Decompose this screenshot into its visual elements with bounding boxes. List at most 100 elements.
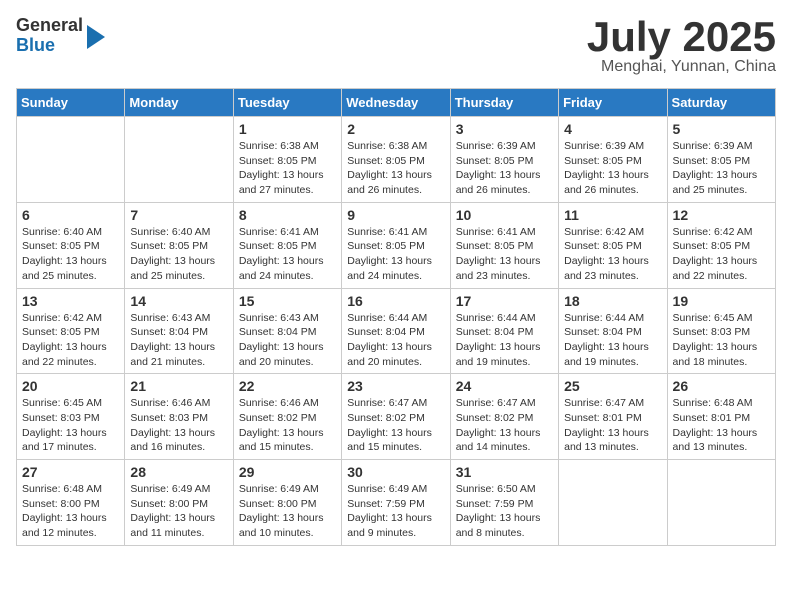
calendar-table: SundayMondayTuesdayWednesdayThursdayFrid…	[16, 88, 776, 546]
day-info: Sunrise: 6:40 AM Sunset: 8:05 PM Dayligh…	[22, 225, 119, 284]
logo-arrow-icon	[87, 25, 105, 49]
day-info: Sunrise: 6:43 AM Sunset: 8:04 PM Dayligh…	[130, 311, 227, 370]
day-number: 20	[22, 378, 119, 394]
day-info: Sunrise: 6:47 AM Sunset: 8:02 PM Dayligh…	[456, 396, 553, 455]
calendar-cell: 2 Sunrise: 6:38 AM Sunset: 8:05 PM Daylig…	[342, 117, 450, 203]
day-number: 21	[130, 378, 227, 394]
weekday-header-friday: Friday	[559, 89, 667, 117]
calendar-cell: 3 Sunrise: 6:39 AM Sunset: 8:05 PM Daylig…	[450, 117, 558, 203]
calendar-cell: 9 Sunrise: 6:41 AM Sunset: 8:05 PM Daylig…	[342, 202, 450, 288]
calendar-cell: 30 Sunrise: 6:49 AM Sunset: 7:59 PM Dayli…	[342, 460, 450, 546]
day-number: 25	[564, 378, 661, 394]
calendar-cell	[125, 117, 233, 203]
page-header: GeneralBlue July 2025 Menghai, Yunnan, C…	[16, 16, 776, 76]
day-info: Sunrise: 6:41 AM Sunset: 8:05 PM Dayligh…	[456, 225, 553, 284]
day-number: 6	[22, 207, 119, 223]
day-number: 15	[239, 293, 336, 309]
day-info: Sunrise: 6:48 AM Sunset: 8:01 PM Dayligh…	[673, 396, 770, 455]
calendar-cell: 4 Sunrise: 6:39 AM Sunset: 8:05 PM Daylig…	[559, 117, 667, 203]
day-info: Sunrise: 6:44 AM Sunset: 8:04 PM Dayligh…	[564, 311, 661, 370]
calendar-cell: 11 Sunrise: 6:42 AM Sunset: 8:05 PM Dayli…	[559, 202, 667, 288]
day-number: 22	[239, 378, 336, 394]
calendar-cell: 15 Sunrise: 6:43 AM Sunset: 8:04 PM Dayli…	[233, 288, 341, 374]
weekday-header-saturday: Saturday	[667, 89, 775, 117]
day-number: 30	[347, 464, 444, 480]
day-info: Sunrise: 6:45 AM Sunset: 8:03 PM Dayligh…	[22, 396, 119, 455]
day-number: 24	[456, 378, 553, 394]
day-number: 10	[456, 207, 553, 223]
day-info: Sunrise: 6:44 AM Sunset: 8:04 PM Dayligh…	[456, 311, 553, 370]
day-info: Sunrise: 6:47 AM Sunset: 8:01 PM Dayligh…	[564, 396, 661, 455]
calendar-cell	[559, 460, 667, 546]
calendar-cell: 13Sunrise: 6:42 AM Sunset: 8:05 PM Dayli…	[17, 288, 125, 374]
logo: GeneralBlue	[16, 16, 105, 56]
day-info: Sunrise: 6:39 AM Sunset: 8:05 PM Dayligh…	[673, 139, 770, 198]
day-info: Sunrise: 6:43 AM Sunset: 8:04 PM Dayligh…	[239, 311, 336, 370]
day-number: 8	[239, 207, 336, 223]
weekday-header-wednesday: Wednesday	[342, 89, 450, 117]
calendar-cell: 8 Sunrise: 6:41 AM Sunset: 8:05 PM Daylig…	[233, 202, 341, 288]
day-number: 17	[456, 293, 553, 309]
day-info: Sunrise: 6:40 AM Sunset: 8:05 PM Dayligh…	[130, 225, 227, 284]
day-info: Sunrise: 6:49 AM Sunset: 8:00 PM Dayligh…	[239, 482, 336, 541]
weekday-header-thursday: Thursday	[450, 89, 558, 117]
day-info: Sunrise: 6:38 AM Sunset: 8:05 PM Dayligh…	[239, 139, 336, 198]
weekday-header-tuesday: Tuesday	[233, 89, 341, 117]
day-info: Sunrise: 6:38 AM Sunset: 8:05 PM Dayligh…	[347, 139, 444, 198]
calendar-cell: 28 Sunrise: 6:49 AM Sunset: 8:00 PM Dayli…	[125, 460, 233, 546]
logo-text: GeneralBlue	[16, 16, 83, 56]
day-info: Sunrise: 6:42 AM Sunset: 8:05 PM Dayligh…	[22, 311, 119, 370]
calendar-cell: 6 Sunrise: 6:40 AM Sunset: 8:05 PM Daylig…	[17, 202, 125, 288]
day-info: Sunrise: 6:46 AM Sunset: 8:02 PM Dayligh…	[239, 396, 336, 455]
day-number: 29	[239, 464, 336, 480]
week-row-4: 20 Sunrise: 6:45 AM Sunset: 8:03 PM Dayli…	[17, 374, 776, 460]
day-info: Sunrise: 6:41 AM Sunset: 8:05 PM Dayligh…	[239, 225, 336, 284]
day-info: Sunrise: 6:49 AM Sunset: 7:59 PM Dayligh…	[347, 482, 444, 541]
day-info: Sunrise: 6:46 AM Sunset: 8:03 PM Dayligh…	[130, 396, 227, 455]
calendar-cell: 25 Sunrise: 6:47 AM Sunset: 8:01 PM Dayli…	[559, 374, 667, 460]
day-info: Sunrise: 6:49 AM Sunset: 8:00 PM Dayligh…	[130, 482, 227, 541]
day-number: 16	[347, 293, 444, 309]
calendar-cell: 22 Sunrise: 6:46 AM Sunset: 8:02 PM Dayli…	[233, 374, 341, 460]
title-block: July 2025 Menghai, Yunnan, China	[587, 16, 776, 76]
day-info: Sunrise: 6:39 AM Sunset: 8:05 PM Dayligh…	[564, 139, 661, 198]
day-number: 28	[130, 464, 227, 480]
day-info: Sunrise: 6:48 AM Sunset: 8:00 PM Dayligh…	[22, 482, 119, 541]
calendar-cell: 7 Sunrise: 6:40 AM Sunset: 8:05 PM Daylig…	[125, 202, 233, 288]
day-number: 1	[239, 121, 336, 137]
day-number: 12	[673, 207, 770, 223]
day-info: Sunrise: 6:42 AM Sunset: 8:05 PM Dayligh…	[673, 225, 770, 284]
day-number: 2	[347, 121, 444, 137]
day-info: Sunrise: 6:39 AM Sunset: 8:05 PM Dayligh…	[456, 139, 553, 198]
day-info: Sunrise: 6:41 AM Sunset: 8:05 PM Dayligh…	[347, 225, 444, 284]
calendar-cell: 14 Sunrise: 6:43 AM Sunset: 8:04 PM Dayli…	[125, 288, 233, 374]
calendar-cell: 24 Sunrise: 6:47 AM Sunset: 8:02 PM Dayli…	[450, 374, 558, 460]
calendar-cell: 17 Sunrise: 6:44 AM Sunset: 8:04 PM Dayli…	[450, 288, 558, 374]
weekday-header-row: SundayMondayTuesdayWednesdayThursdayFrid…	[17, 89, 776, 117]
day-number: 27	[22, 464, 119, 480]
day-number: 9	[347, 207, 444, 223]
week-row-5: 27 Sunrise: 6:48 AM Sunset: 8:00 PM Dayli…	[17, 460, 776, 546]
calendar-subtitle: Menghai, Yunnan, China	[587, 58, 776, 76]
day-number: 3	[456, 121, 553, 137]
day-number: 14	[130, 293, 227, 309]
calendar-title: July 2025	[587, 16, 776, 58]
day-number: 31	[456, 464, 553, 480]
day-info: Sunrise: 6:50 AM Sunset: 7:59 PM Dayligh…	[456, 482, 553, 541]
calendar-cell: 10 Sunrise: 6:41 AM Sunset: 8:05 PM Dayli…	[450, 202, 558, 288]
weekday-header-sunday: Sunday	[17, 89, 125, 117]
weekday-header-monday: Monday	[125, 89, 233, 117]
day-info: Sunrise: 6:45 AM Sunset: 8:03 PM Dayligh…	[673, 311, 770, 370]
calendar-cell: 26Sunrise: 6:48 AM Sunset: 8:01 PM Dayli…	[667, 374, 775, 460]
calendar-cell: 29 Sunrise: 6:49 AM Sunset: 8:00 PM Dayli…	[233, 460, 341, 546]
day-info: Sunrise: 6:44 AM Sunset: 8:04 PM Dayligh…	[347, 311, 444, 370]
day-number: 23	[347, 378, 444, 394]
week-row-2: 6 Sunrise: 6:40 AM Sunset: 8:05 PM Daylig…	[17, 202, 776, 288]
day-number: 11	[564, 207, 661, 223]
day-number: 4	[564, 121, 661, 137]
day-info: Sunrise: 6:42 AM Sunset: 8:05 PM Dayligh…	[564, 225, 661, 284]
calendar-cell: 1 Sunrise: 6:38 AM Sunset: 8:05 PM Daylig…	[233, 117, 341, 203]
calendar-cell	[17, 117, 125, 203]
calendar-cell: 19Sunrise: 6:45 AM Sunset: 8:03 PM Dayli…	[667, 288, 775, 374]
day-number: 7	[130, 207, 227, 223]
